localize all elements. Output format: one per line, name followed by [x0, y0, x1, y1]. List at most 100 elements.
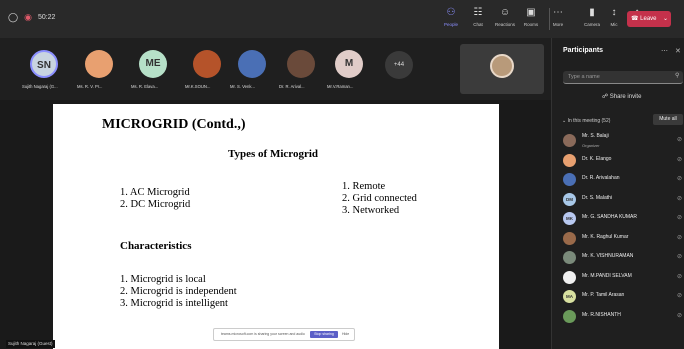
stop-sharing-button[interactable]: Stop sharing: [310, 331, 338, 338]
rooms-button[interactable]: ▣ Rooms: [520, 4, 542, 34]
shield-icon: ◯: [8, 12, 19, 22]
in-meeting-section-header[interactable]: ⌄ In this meeting (52): [562, 118, 610, 124]
toolbar-divider: [549, 8, 550, 30]
mic-off-icon: ⊘: [677, 195, 683, 202]
toolbar-button-label: Rooms: [523, 22, 539, 27]
people-icon: ⚇: [446, 7, 456, 18]
panel-actions: ⋯ ✕: [661, 47, 681, 55]
more-icon: ⋯: [553, 7, 563, 18]
mic-icon: ↕: [611, 7, 617, 18]
participant-name: Mr. S. Venk...: [230, 84, 255, 89]
participant-avatar: [563, 309, 576, 323]
participant-row[interactable]: MA Mr. P. Tamil Arasan ⊘: [563, 288, 683, 306]
participant-row[interactable]: Mr. S. Balaji Organizer ⊘: [563, 132, 683, 150]
chevron-down-icon[interactable]: ⌄: [663, 11, 668, 27]
connection-type-list: 1. Remote 2. Grid connected 3. Networked: [342, 181, 417, 217]
reactions-icon: ☺: [499, 7, 511, 18]
panel-title: Participants: [563, 47, 604, 54]
slide-subtitle: Types of Microgrid: [228, 148, 319, 160]
more-options-icon[interactable]: ⋯: [661, 48, 668, 55]
self-view-video[interactable]: [460, 44, 544, 94]
presentation-slide: MICROGRID (Contd.,) Types of Microgrid 1…: [53, 104, 499, 349]
participant-row[interactable]: Mr. M.PANDI SELVAM ⊘: [563, 269, 683, 287]
recording-icon: ◉: [24, 12, 32, 22]
in-meeting-label: In this meeting (52): [567, 118, 611, 124]
chevron-down-icon: ⌄: [562, 118, 567, 124]
more-button[interactable]: ⋯ More: [547, 4, 569, 34]
toolbar-button-label: People: [443, 22, 458, 27]
participant-row[interactable]: Mr. R.NISHANTH ⊘: [563, 308, 683, 326]
participant-avatar: MK: [563, 212, 576, 225]
participant-row[interactable]: Dr. R. Arivalahan ⊘: [563, 171, 683, 189]
reactions-button[interactable]: ☺ Reactions: [494, 4, 516, 34]
participant-avatar: DM: [563, 192, 576, 206]
meeting-status: ◯ ◉ 50:22: [8, 12, 55, 23]
rooms-icon: ▣: [526, 7, 536, 18]
participant-avatar: [563, 270, 576, 284]
participant-row[interactable]: DM Dr. S. Malathi ⊘: [563, 191, 683, 209]
mic-off-icon: ⊘: [677, 156, 683, 163]
participant-avatar[interactable]: [193, 50, 221, 78]
mic-off-icon: ⊘: [677, 293, 683, 299]
mute-all-button[interactable]: Mute all: [653, 114, 683, 125]
participants-panel: Participants ⋯ ✕ Type a name ⚲ ☍ Share i…: [551, 38, 684, 349]
participant-name: Mr. S. Balaji: [582, 133, 609, 139]
participant-avatar[interactable]: [85, 50, 113, 78]
slide-list-item: 2. Grid connected: [342, 193, 417, 204]
characteristics-list: 1. Microgrid is local 2. Microgrid is ind…: [120, 274, 237, 310]
participant-row[interactable]: Mr. K. Raghul Kumar ⊘: [563, 230, 683, 248]
leave-label: Leave: [640, 16, 657, 22]
participant-strip: SN Sujith Nagaraj (G... Ms. R. V. Pr... ME M…: [0, 38, 551, 100]
self-avatar: [490, 54, 514, 78]
toolbar-button-label: Mic: [610, 22, 618, 27]
mic-off-icon: ⊘: [677, 234, 683, 241]
participant-row[interactable]: Mr. K. VISHNURAMAN ⊘: [563, 249, 683, 267]
participant-avatar[interactable]: [238, 50, 266, 78]
hide-banner-button[interactable]: Hide: [342, 332, 349, 336]
mic-off-icon: ⊘: [677, 215, 683, 221]
sharing-text: teams.microsoft.com is sharing your scre…: [221, 332, 305, 336]
share-invite-button[interactable]: ☍ Share invite: [602, 93, 641, 100]
participant-name: Sujith Nagaraj (G...: [22, 84, 58, 89]
camera-button[interactable]: ▮ Camera: [581, 4, 603, 34]
mic-off-icon: ⊘: [677, 273, 683, 280]
toolbar-button-label: More: [552, 22, 564, 27]
toolbar-button-label: Reactions: [494, 22, 515, 27]
chat-icon: ☷: [473, 7, 483, 18]
participant-row[interactable]: MK Mr. G. SANDHA KUMAR ⊘: [563, 210, 683, 228]
participant-avatar: [563, 231, 576, 245]
search-icon[interactable]: ⚲: [675, 72, 679, 79]
participant-name: Mr.K.SOUN...: [185, 84, 211, 89]
participant-row[interactable]: Dr. K. Elango ⊘: [563, 152, 683, 170]
participant-name: Mr. K. Raghul Kumar: [582, 233, 629, 240]
leave-button[interactable]: ☎ Leave ⌄: [627, 11, 671, 27]
participant-name: Dr. R. Arivalahan: [582, 175, 620, 181]
more-participants-button[interactable]: +44: [385, 51, 413, 79]
slide-title: MICROGRID (Contd.,): [102, 117, 246, 132]
participant-name: Mr. G. SANDHA KUMAR: [582, 214, 638, 220]
meeting-timer: 50:22: [37, 14, 56, 21]
people-button[interactable]: ⚇ People: [440, 4, 462, 34]
participant-name: Mr. K. VISHNURAMAN: [582, 253, 634, 259]
invite-icon: ☍: [602, 94, 609, 100]
participant-avatar: [563, 251, 576, 264]
participant-name: Dr. R. Arival...: [279, 84, 305, 89]
participant-search-input[interactable]: Type a name: [563, 71, 683, 84]
participant-avatar[interactable]: [287, 50, 315, 78]
close-icon[interactable]: ✕: [675, 48, 681, 55]
participant-avatar[interactable]: SN: [30, 50, 58, 78]
participant-name: Mr. P. Tamil Arasan: [582, 292, 625, 298]
participant-name: Dr. S. Malathi: [582, 194, 613, 201]
phone-icon: ☎: [631, 16, 639, 22]
participant-avatar: [563, 134, 576, 147]
participant-name: Dr. K. Elango: [582, 155, 612, 162]
participant-avatar[interactable]: ME: [139, 50, 167, 78]
ac-dc-list: 1. AC Microgrid 2. DC Microgrid: [120, 187, 190, 211]
participant-avatar[interactable]: M: [335, 50, 363, 78]
slide-list-item: 3. Networked: [342, 205, 400, 216]
participant-role: Organizer: [582, 143, 600, 148]
slide-list-item: 2. DC Microgrid: [120, 199, 191, 210]
toolbar-button-label: Chat: [473, 22, 483, 27]
mic-button[interactable]: ↕ Mic: [603, 4, 625, 34]
chat-button[interactable]: ☷ Chat: [467, 4, 489, 34]
